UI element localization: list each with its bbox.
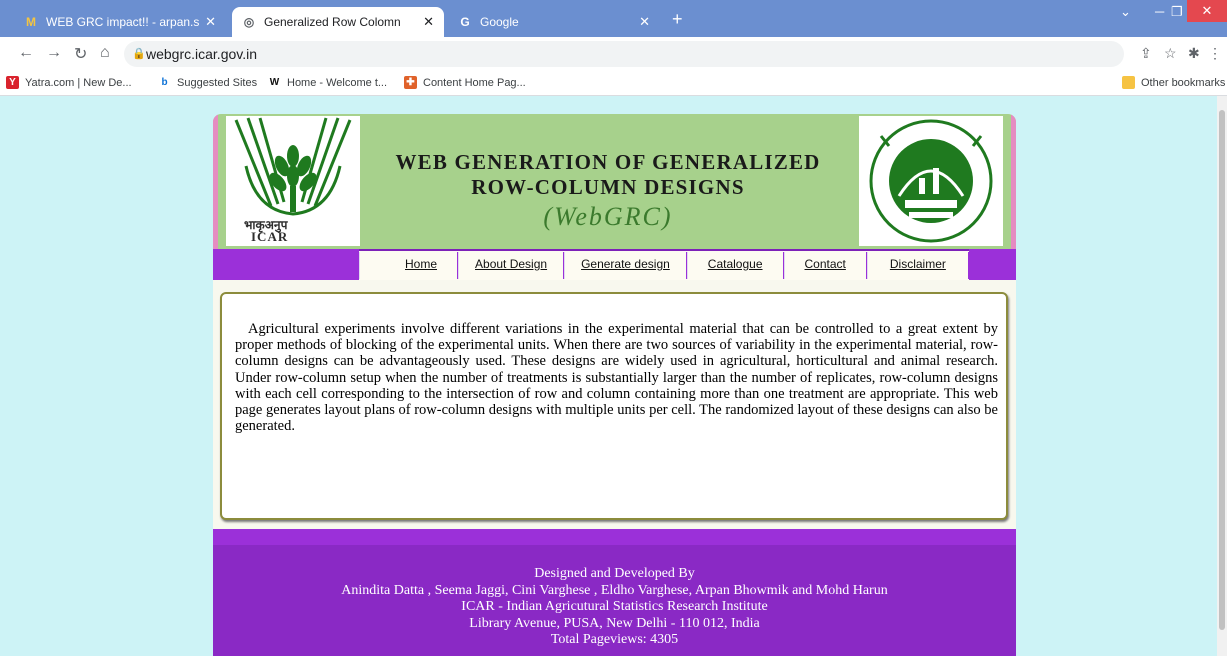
folder-icon (1122, 76, 1135, 89)
title-line-1: WEB GENERATION OF GENERALIZED (395, 150, 821, 174)
close-icon[interactable]: ✕ (639, 14, 650, 30)
close-icon[interactable]: ✕ (205, 14, 216, 30)
close-icon[interactable]: ✕ (423, 14, 434, 30)
bookmark-content-home[interactable]: ✚ Content Home Pag... (404, 76, 526, 89)
google-icon: G (460, 15, 470, 29)
minimize-icon[interactable]: ─ (1155, 4, 1164, 19)
bookmark-label: Yatra.com | New De... (25, 76, 132, 89)
bookmark-home-welcome[interactable]: W Home - Welcome t... (268, 76, 387, 89)
browser-toolbar: ← → ↻ ⌂ 🔒 webgrc.icar.gov.in ⇪ ☆ ✱ ⋮ (0, 37, 1227, 70)
restore-icon[interactable]: ❐ (1171, 4, 1183, 20)
intro-paragraph: Agricultural experiments involve differe… (235, 321, 998, 435)
icar-label: ICAR (251, 229, 289, 244)
nav-catalogue[interactable]: Catalogue (686, 252, 784, 279)
window-close-icon[interactable]: ✕ (1187, 0, 1227, 22)
footer-credit-heading: Designed and Developed By (534, 566, 695, 581)
bookmark-label: Other bookmarks (1141, 76, 1226, 89)
bookmark-yatra[interactable]: Y Yatra.com | New De... (6, 76, 132, 89)
iasri-logo (859, 116, 1003, 246)
tab-label: Generalized Row Colomn (264, 15, 401, 29)
page-title: WEB GENERATION OF GENERALIZED ROW-COLUMN… (368, 150, 848, 200)
star-icon[interactable]: ☆ (1164, 45, 1177, 62)
lock-icon: 🔒 (132, 48, 146, 60)
bookmark-label: Home - Welcome t... (287, 76, 388, 89)
page-scrollbar[interactable] (1217, 96, 1227, 656)
footer-pageviews: Total Pageviews: 4305 (550, 632, 679, 647)
nav-about-design[interactable]: About Design (458, 252, 565, 279)
globe-icon: ◎ (243, 15, 255, 29)
webgrc-page: भाकृअनुप ICAR WEB GENERATION OF GENERALI… (213, 114, 1016, 656)
new-tab-icon[interactable]: + (672, 9, 683, 30)
title-line-2: ROW-COLUMN DESIGNS (471, 175, 745, 199)
bookmark-suggested-sites[interactable]: b Suggested Sites (158, 76, 257, 89)
page-subtitle: (WebGRC) (543, 202, 673, 231)
nav-contact[interactable]: Contact (783, 252, 867, 279)
nav-list: Home About Design Generate design Catalo… (359, 249, 969, 280)
bookmark-label: Suggested Sites (177, 76, 258, 89)
tab-webgrc[interactable]: ◎ Generalized Row Colomn ✕ (232, 7, 444, 37)
url-text: webgrc.icar.gov.in (146, 46, 258, 62)
scrollbar-thumb[interactable] (1219, 110, 1225, 630)
site-banner: भाकृअनुप ICAR WEB GENERATION OF GENERALI… (213, 114, 1016, 249)
reload-icon[interactable]: ↻ (74, 44, 87, 64)
intro-panel: Agricultural experiments involve differe… (220, 292, 1008, 520)
nav-disclaimer[interactable]: Disclaimer (866, 252, 969, 279)
nav-generate-design[interactable]: Generate design (564, 252, 687, 279)
other-bookmarks[interactable]: Other bookmarks (1122, 76, 1225, 89)
bookmark-label: Content Home Pag... (423, 76, 526, 89)
gmail-icon: M (26, 15, 36, 29)
tab-gmail[interactable]: M WEB GRC impact!! - arpan.stat@ ✕ (14, 7, 226, 37)
footer-address: Library Avenue, PUSA, New Delhi - 110 01… (469, 615, 760, 631)
divider-bar (213, 529, 1016, 545)
bing-icon: b (161, 77, 168, 88)
yatra-icon: Y (6, 76, 19, 89)
iasri-emblem-icon (869, 119, 993, 243)
extensions-icon[interactable]: ✱ (1188, 45, 1200, 62)
w-icon: W (269, 77, 280, 88)
wheat-emblem-icon (234, 117, 352, 216)
tab-strip: M WEB GRC impact!! - arpan.stat@ ✕ ◎ Gen… (0, 0, 1227, 37)
site-footer: Designed and Developed By Anindita Datta… (213, 545, 1016, 656)
bookmarks-bar: Y Yatra.com | New De... b Suggested Site… (0, 70, 1227, 96)
nav-home[interactable]: Home (359, 252, 459, 279)
menu-icon[interactable]: ⋮ (1208, 45, 1222, 62)
home-icon[interactable]: ⌂ (100, 44, 110, 62)
tab-label: Google (480, 15, 519, 29)
forward-icon[interactable]: → (46, 44, 62, 62)
icar-logo: भाकृअनुप ICAR (226, 116, 360, 246)
back-icon[interactable]: ← (18, 44, 34, 62)
tab-google[interactable]: G Google ✕ (448, 7, 660, 37)
main-nav: Home About Design Generate design Catalo… (213, 249, 1016, 280)
chevron-down-icon[interactable]: ⌄ (1120, 4, 1131, 20)
footer-institute: ICAR - Indian Agricutural Statistics Res… (461, 599, 768, 614)
share-icon[interactable]: ⇪ (1140, 45, 1152, 62)
address-bar[interactable]: 🔒 webgrc.icar.gov.in (124, 41, 1124, 67)
footer-authors: Anindita Datta , Seema Jaggi, Cini Vargh… (341, 582, 888, 598)
tab-label: WEB GRC impact!! - arpan.stat@ (46, 15, 200, 29)
shield-icon: ✚ (404, 76, 417, 89)
